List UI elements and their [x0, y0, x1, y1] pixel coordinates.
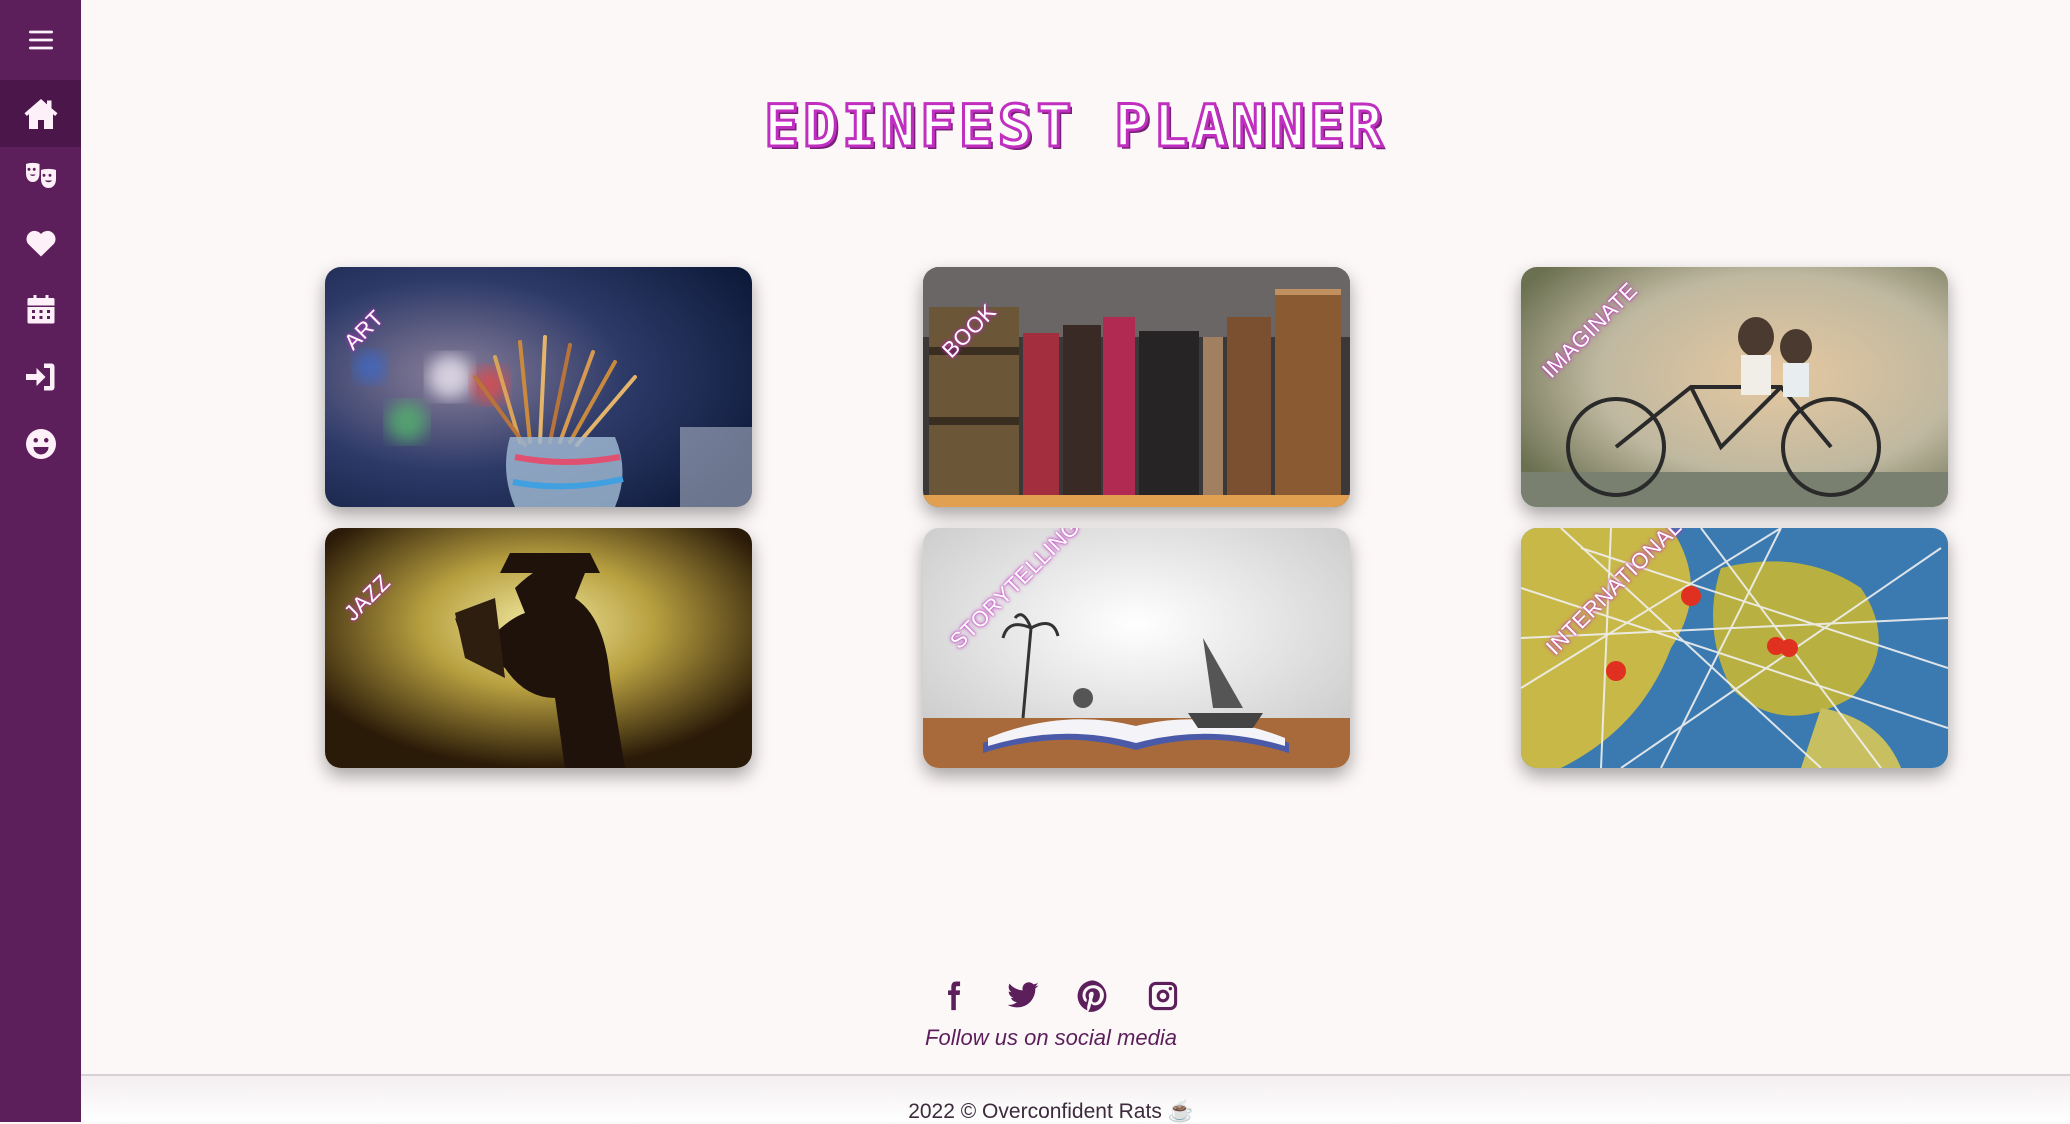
nav-events[interactable]: [0, 142, 81, 209]
art-image: [325, 267, 752, 507]
facebook-link[interactable]: [935, 978, 971, 1014]
home-icon: [24, 98, 57, 129]
instagram-icon: [1148, 981, 1178, 1011]
category-card-art[interactable]: ART: [325, 267, 752, 507]
category-card-international[interactable]: INTERNATIONAL: [1521, 528, 1948, 768]
category-card-storytelling[interactable]: STORYTELLING: [923, 528, 1350, 768]
nav-login[interactable]: [0, 343, 81, 410]
page-title: EDINFEST PLANNER: [763, 91, 1387, 162]
follow-text: Follow us on social media: [925, 1025, 1177, 1050]
nav-favourites[interactable]: [0, 209, 81, 276]
instagram-link[interactable]: [1145, 978, 1181, 1014]
calendar-icon: [27, 294, 54, 323]
category-card-imaginate[interactable]: IMAGINATE: [1521, 267, 1948, 507]
nav-home[interactable]: [0, 80, 81, 147]
menu-button[interactable]: [0, 6, 81, 73]
menu-icon: [28, 30, 53, 49]
nav-calendar[interactable]: [0, 276, 81, 343]
nav-profile[interactable]: [0, 410, 81, 477]
category-card-jazz[interactable]: JAZZ: [325, 528, 752, 768]
category-card-book[interactable]: BOOK: [923, 267, 1350, 507]
pinterest-icon: [1077, 980, 1107, 1012]
heart-icon: [26, 230, 55, 256]
twitter-icon: [1007, 982, 1039, 1008]
storytelling-image: [923, 528, 1350, 768]
pinterest-link[interactable]: [1075, 978, 1111, 1014]
smile-icon: [25, 428, 56, 459]
theater-masks-icon: [25, 162, 56, 188]
international-image: [1521, 528, 1948, 768]
social-links: [935, 978, 1181, 1014]
facebook-icon: [948, 981, 961, 1011]
sign-in-icon: [25, 363, 54, 390]
imaginate-image: [1521, 267, 1948, 507]
jazz-image: [325, 528, 752, 768]
twitter-link[interactable]: [1005, 978, 1041, 1014]
sidebar: [0, 0, 81, 1122]
copyright-text: 2022 © Overconfident Rats ☕: [908, 1100, 1194, 1123]
